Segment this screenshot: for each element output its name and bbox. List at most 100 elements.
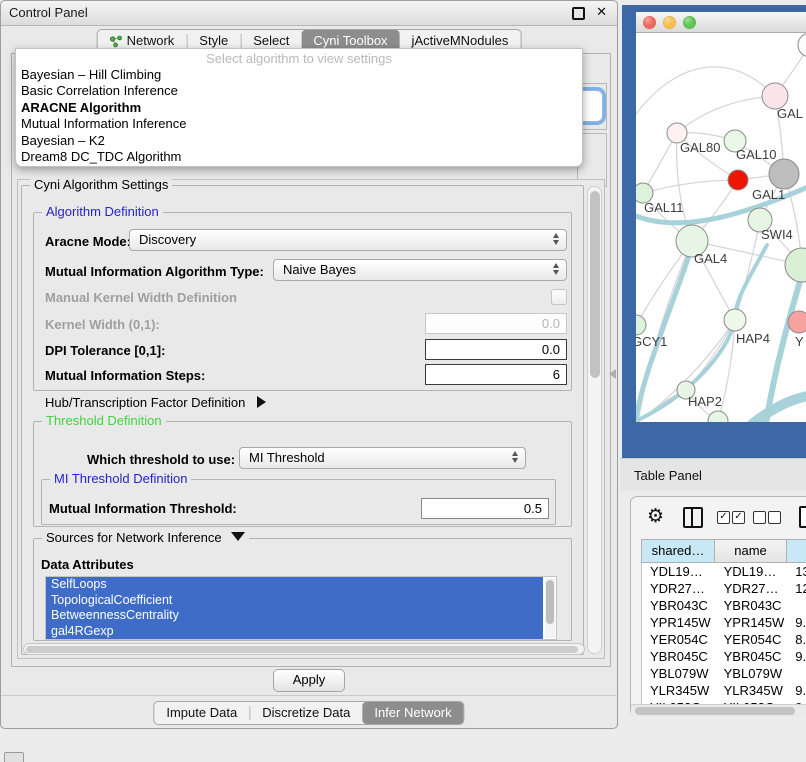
data-attribute-item[interactable]: TopologicalCoefficient — [46, 593, 543, 609]
tab-discretize-data[interactable]: Discretize Data — [250, 702, 362, 724]
which-threshold-value: MI Threshold — [249, 450, 325, 465]
settings-vscroll-thumb[interactable] — [590, 191, 600, 378]
hub-definition-expander[interactable]: Hub/Transcription Factor Definition — [45, 395, 266, 410]
minimized-panel-icon[interactable] — [4, 752, 24, 762]
document-icon[interactable] — [799, 506, 806, 528]
node-table: shared…name YDL19…YDL19…13YDR27…YDR27…12… — [641, 539, 806, 704]
network-node-label: GAL80 — [680, 140, 720, 155]
deselect-all-checkbox-icon[interactable] — [753, 511, 766, 524]
split-columns-icon[interactable] — [683, 507, 703, 528]
tab-discretize-data-label: Discretize Data — [262, 702, 350, 724]
gear-icon[interactable]: ⚙ — [647, 506, 664, 528]
aracne-mode-combobox[interactable]: Discovery — [129, 229, 567, 251]
algorithm-dropdown-item[interactable]: Mutual Information Inference — [21, 116, 577, 132]
mi-steps-input[interactable]: 6 — [425, 364, 567, 385]
data-attributes-list[interactable]: SelfLoopsTopologicalCoefficientBetweenne… — [45, 576, 557, 640]
table-cell: YPR145W — [642, 614, 716, 631]
dpi-tolerance-input[interactable]: 0.0 — [425, 339, 567, 360]
splitter-collapse-handle[interactable] — [609, 369, 616, 379]
expander-arrow-down-icon[interactable] — [231, 532, 245, 541]
algorithm-dropdown-item[interactable]: Bayesian – Hill Climbing — [21, 67, 577, 83]
control-panel-titlebar[interactable]: Control Panel ✕ — [1, 1, 617, 26]
cyni-bottom-tabs: Impute Data Discretize Data Infer Networ… — [153, 701, 464, 725]
table-row[interactable]: YBR043CYBR043C — [642, 597, 806, 614]
table-cell: YDL19… — [716, 563, 788, 580]
table-panel-title: Table Panel — [634, 468, 702, 483]
sources-title-text: Sources for Network Inference — [46, 530, 222, 545]
table-row[interactable]: YDL19…YDL19…13 — [642, 563, 806, 580]
table-cell: YBR045C — [642, 648, 716, 665]
network-node-label: GAL — [777, 106, 803, 121]
manual-kernel-width-checkbox[interactable] — [551, 289, 567, 305]
table-horizontal-scrollbar[interactable] — [631, 704, 806, 717]
panel-divider — [1, 695, 619, 696]
table-cell: YBR045C — [716, 648, 788, 665]
expander-arrow-right-icon[interactable] — [257, 396, 266, 408]
table-column-header[interactable] — [787, 539, 806, 563]
data-attribute-item[interactable]: gal4RGexp — [46, 624, 543, 640]
network-node[interactable] — [708, 411, 728, 422]
table-hscroll-thumb[interactable] — [635, 707, 795, 715]
deselect-all-checkbox-icon[interactable] — [768, 511, 781, 524]
network-node[interactable] — [788, 311, 806, 333]
which-threshold-combobox[interactable]: MI Threshold — [239, 447, 526, 469]
network-node[interactable] — [798, 33, 806, 57]
mi-threshold-definition-title: MI Threshold Definition — [50, 471, 191, 486]
algorithm-dropdown-item[interactable]: Dream8 DC_TDC Algorithm — [21, 149, 577, 165]
network-node[interactable] — [724, 309, 746, 331]
settings-vertical-scrollbar[interactable] — [587, 186, 602, 654]
attributes-scrollbar[interactable] — [545, 578, 555, 638]
network-node[interactable] — [636, 315, 646, 335]
minimize-traffic-light[interactable] — [663, 16, 676, 29]
cyni-algorithm-settings-title: Cyni Algorithm Settings — [30, 177, 172, 192]
attributes-scrollbar-thumb[interactable] — [546, 580, 554, 624]
algorithm-dropdown-item[interactable]: Basic Correlation Inference — [21, 83, 577, 99]
network-edge — [752, 396, 806, 422]
float-window-icon[interactable] — [572, 7, 585, 20]
select-all-checkbox-icon[interactable]: ✓ — [717, 511, 730, 524]
close-icon[interactable]: ✕ — [596, 4, 607, 20]
close-traffic-light[interactable] — [643, 16, 656, 29]
table-row[interactable]: YLR345WYLR345W9. — [642, 682, 806, 699]
table-row[interactable]: YBL079WYBL079W — [642, 665, 806, 682]
table-row[interactable]: YBR045CYBR045C9. — [642, 648, 806, 665]
network-edge — [677, 96, 775, 133]
mi-threshold-input[interactable]: 0.5 — [421, 498, 549, 519]
tab-impute-data-label: Impute Data — [166, 702, 237, 724]
settings-horizontal-scrollbar[interactable] — [23, 643, 585, 655]
network-canvas[interactable]: GALGAL80GAL10GAL1GAL11SWI4GAL4GCY1HAP4YH… — [636, 32, 806, 422]
kernel-width-label: Kernel Width (0,1): — [45, 317, 160, 332]
table-cell: YPR145W — [716, 614, 788, 631]
tab-impute-data[interactable]: Impute Data — [154, 702, 249, 724]
table-row[interactable]: YDR27…YDR27…12 — [642, 580, 806, 597]
apply-button[interactable]: Apply — [273, 669, 345, 692]
table-panel-card: ⚙ ✓ ✓ shared…name YDL19…YDL19…13YDR27…YD… — [630, 496, 806, 717]
data-attribute-item[interactable]: SelfLoops — [46, 577, 543, 593]
tab-infer-network[interactable]: Infer Network — [362, 702, 463, 724]
settings-hscroll-thumb[interactable] — [26, 646, 578, 653]
select-all-checkbox-icon[interactable]: ✓ — [732, 511, 745, 524]
network-window-titlebar[interactable] — [636, 12, 806, 33]
network-node-label: GAL11 — [644, 200, 684, 215]
data-attribute-item[interactable]: BetweennessCentrality — [46, 608, 543, 624]
table-column-header[interactable]: shared… — [641, 539, 715, 563]
sources-group-title: Sources for Network Inference — [42, 530, 249, 545]
table-column-header[interactable]: name — [715, 539, 787, 563]
table-panel-titlebar[interactable]: Table Panel — [620, 458, 806, 491]
mi-algorithm-type-combobox[interactable]: Naive Bayes — [273, 259, 567, 281]
kernel-width-input[interactable]: 0.0 — [425, 313, 567, 334]
table-row[interactable]: YPR145WYPR145W9. — [642, 614, 806, 631]
table-cell: YDR27… — [716, 580, 788, 597]
table-cell: YDR27… — [642, 580, 716, 597]
algorithm-dropdown-item[interactable]: ARACNE Algorithm — [21, 100, 577, 116]
algorithm-dropdown-placeholder: Select algorithm to view settings — [16, 51, 582, 66]
network-node[interactable] — [785, 248, 806, 282]
algorithm-dropdown-item[interactable]: Bayesian – K2 — [21, 133, 577, 149]
table-cell: YLR345W — [716, 682, 788, 699]
network-node[interactable] — [728, 170, 748, 190]
network-node[interactable] — [769, 159, 799, 189]
network-canvas-svg: GALGAL80GAL10GAL1GAL11SWI4GAL4GCY1HAP4YH… — [636, 32, 806, 422]
zoom-traffic-light[interactable] — [683, 16, 696, 29]
table-row[interactable]: YER054CYER054C8. — [642, 631, 806, 648]
algorithm-definition-title: Algorithm Definition — [42, 204, 163, 219]
